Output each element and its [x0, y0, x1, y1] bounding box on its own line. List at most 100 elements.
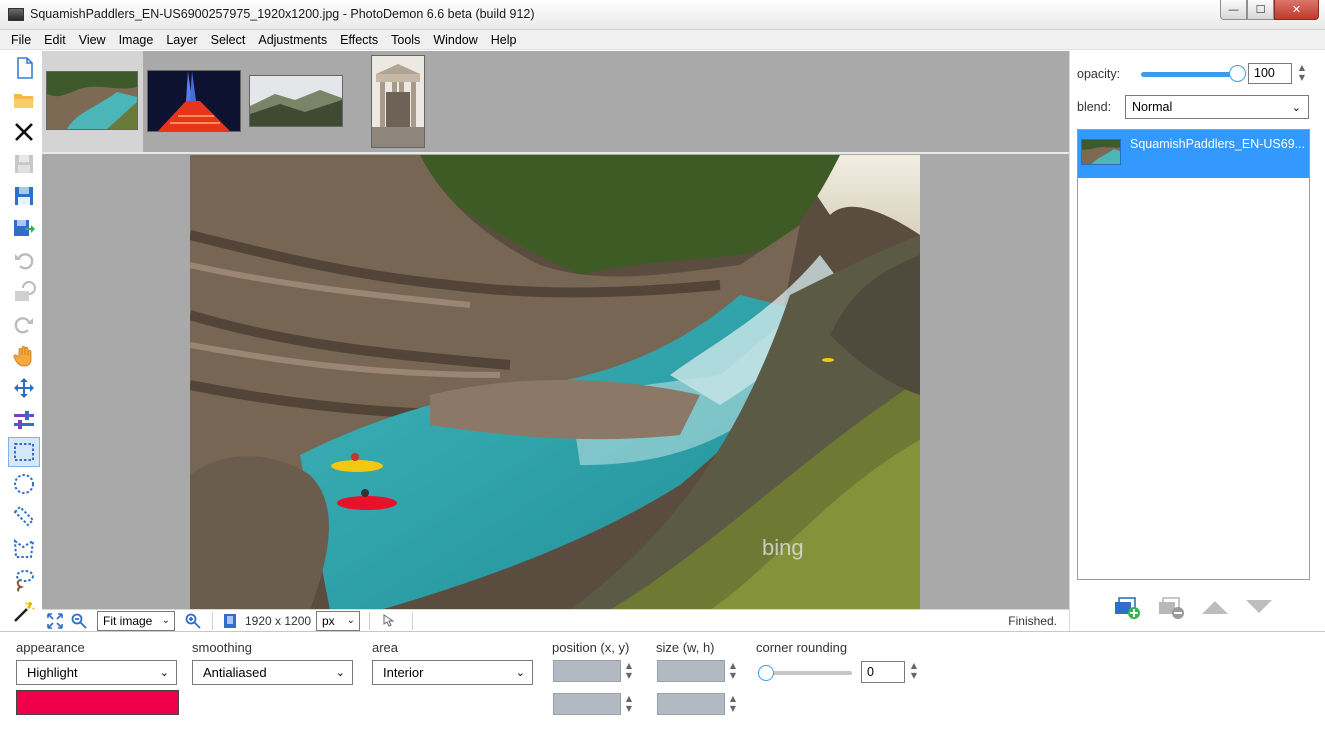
corner-rounding-slider-track[interactable]: [766, 671, 852, 675]
chevron-down-icon: ⌄: [346, 615, 355, 626]
blend-label: blend:: [1077, 100, 1112, 114]
layer-row[interactable]: SquamishPaddlers_EN-US69...: [1078, 130, 1309, 178]
menu-layer[interactable]: Layer: [166, 33, 197, 47]
hand-tool[interactable]: [8, 341, 40, 371]
size-w-spinner[interactable]: ▲ ▼: [728, 661, 738, 683]
magic-wand-tool[interactable]: [8, 597, 40, 627]
size-h-spinner[interactable]: ▲ ▼: [728, 694, 738, 716]
opacity-label: opacity:: [1077, 67, 1121, 81]
main-photo[interactable]: bing: [190, 155, 920, 610]
add-layer-button[interactable]: [1113, 594, 1141, 620]
corner-rounding-spinner[interactable]: ▲ ▼: [909, 661, 919, 683]
opacity-input[interactable]: 100: [1248, 63, 1292, 84]
zoom-in-button[interactable]: [184, 610, 202, 632]
thumbnail-canyon-image: [47, 72, 137, 129]
redo-button[interactable]: [8, 309, 40, 339]
corner-rounding-input[interactable]: 0: [861, 661, 905, 683]
menu-effects[interactable]: Effects: [340, 33, 378, 47]
units-value: px: [322, 614, 335, 628]
thumbnail-canyon[interactable]: [46, 71, 138, 130]
open-button[interactable]: [8, 85, 40, 115]
image-canvas[interactable]: bing: [42, 152, 1069, 610]
layers-panel: opacity: 100 ▲ ▼ blend: Normal ⌄ Squamish…: [1069, 51, 1325, 632]
save-as-button[interactable]: [8, 181, 40, 211]
move-icon: [14, 378, 34, 398]
ellipse-select-tool[interactable]: [8, 469, 40, 499]
thumbnail-building-image: [372, 56, 424, 147]
new-image-icon: [17, 57, 33, 79]
smoothing-dropdown[interactable]: Antialiased ⌄: [192, 660, 353, 685]
menu-view[interactable]: View: [79, 33, 106, 47]
new-image-button[interactable]: [8, 53, 40, 83]
size-h-input[interactable]: [657, 693, 725, 715]
close-button[interactable]: ✕: [1274, 0, 1319, 20]
menu-adjustments[interactable]: Adjustments: [258, 33, 327, 47]
open-folder-icon: [14, 94, 34, 108]
move-layer-down-button[interactable]: [1245, 596, 1273, 618]
status-text: Finished.: [1008, 614, 1057, 628]
thumbnail-mountains[interactable]: [249, 75, 343, 127]
corner-rounding-slider-thumb[interactable]: [758, 665, 774, 681]
rect-select-icon: [14, 443, 34, 461]
zoom-out-button[interactable]: [70, 610, 88, 632]
position-x-input[interactable]: [553, 660, 621, 682]
appearance-label: appearance: [16, 640, 85, 655]
blend-dropdown[interactable]: Normal ⌄: [1125, 95, 1309, 119]
menu-tools[interactable]: Tools: [391, 33, 420, 47]
appearance-value: Highlight: [27, 665, 78, 680]
line-select-icon: [13, 505, 35, 527]
thumbnail-building[interactable]: [371, 55, 425, 148]
export-button[interactable]: [8, 213, 40, 243]
color-picker-tool[interactable]: [8, 405, 40, 435]
smoothing-label: smoothing: [192, 640, 252, 655]
bing-watermark: bing: [762, 535, 804, 560]
separator: [212, 612, 213, 630]
menu-bar: File Edit View Image Layer Select Adjust…: [0, 30, 1325, 50]
delete-layer-button[interactable]: [1157, 594, 1185, 620]
close-image-button[interactable]: [8, 117, 40, 147]
units-dropdown[interactable]: px ⌄: [316, 611, 360, 631]
position-x-spinner[interactable]: ▲ ▼: [624, 661, 634, 683]
rect-select-tool[interactable]: [8, 437, 40, 467]
tool-options-panel: appearance Highlight ⌄ smoothing Antiali…: [0, 631, 1325, 737]
opacity-slider-thumb[interactable]: [1229, 65, 1246, 82]
fit-screen-icon: [47, 613, 63, 629]
opacity-slider-track[interactable]: [1141, 72, 1237, 77]
add-layer-icon: [1115, 597, 1140, 619]
appearance-dropdown[interactable]: Highlight ⌄: [16, 660, 177, 685]
move-layer-up-button[interactable]: [1201, 596, 1229, 618]
position-y-input[interactable]: [553, 693, 621, 715]
area-dropdown[interactable]: Interior ⌄: [372, 660, 533, 685]
menu-image[interactable]: Image: [119, 33, 154, 47]
maximize-button[interactable]: ☐: [1247, 0, 1274, 20]
separator: [369, 612, 370, 630]
menu-select[interactable]: Select: [211, 33, 246, 47]
thumbnail-tower[interactable]: [147, 70, 241, 132]
move-tool[interactable]: [8, 373, 40, 403]
fit-screen-button[interactable]: [46, 610, 64, 632]
save-icon: [15, 155, 33, 173]
area-label: area: [372, 640, 399, 655]
polygon-select-tool[interactable]: [8, 533, 40, 563]
minimize-button[interactable]: —: [1220, 0, 1247, 20]
size-w-input[interactable]: [657, 660, 725, 682]
opacity-spinner[interactable]: ▲ ▼: [1297, 63, 1307, 85]
menu-help[interactable]: Help: [491, 33, 517, 47]
smoothing-value: Antialiased: [203, 665, 267, 680]
highlight-color-swatch[interactable]: [16, 690, 179, 715]
photo-river-canyon: bing: [190, 155, 920, 610]
image-size-icon-wrap: [222, 610, 238, 632]
lasso-select-tool[interactable]: [8, 565, 40, 595]
menu-file[interactable]: File: [11, 33, 31, 47]
menu-window[interactable]: Window: [433, 33, 477, 47]
zoom-dropdown[interactable]: Fit image ⌄: [97, 611, 175, 631]
position-y-spinner[interactable]: ▲ ▼: [624, 694, 634, 716]
save-button[interactable]: [8, 149, 40, 179]
fade-button[interactable]: [8, 277, 40, 307]
undo-button[interactable]: [8, 245, 40, 275]
image-tabstrip: [42, 51, 1069, 152]
line-select-tool[interactable]: [8, 501, 40, 531]
menu-edit[interactable]: Edit: [44, 33, 66, 47]
chevron-down-icon: ⌄: [335, 666, 345, 679]
lasso-select-icon: [16, 570, 34, 592]
